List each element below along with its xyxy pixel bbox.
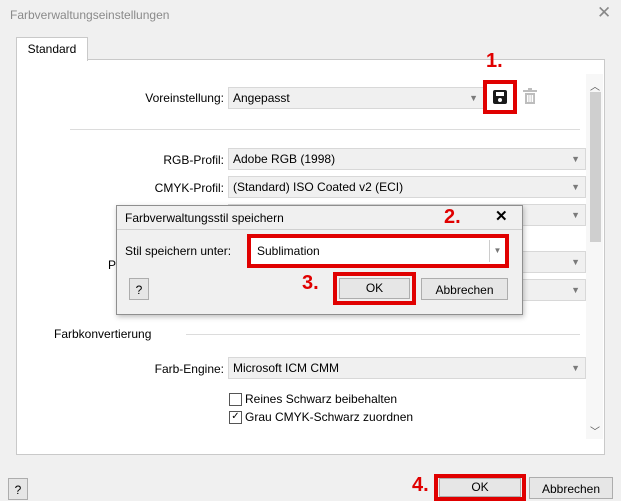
dialog-ok-button-highlight: OK xyxy=(333,272,416,305)
scroll-down-icon[interactable]: ﹀ xyxy=(590,423,600,438)
help-button[interactable]: ? xyxy=(8,478,28,500)
dialog-ok-button[interactable]: OK xyxy=(339,278,410,299)
divider xyxy=(70,129,580,130)
cancel-button[interactable]: Abbrechen xyxy=(529,477,613,499)
dialog-help-button[interactable]: ? xyxy=(129,278,149,300)
chevron-down-icon[interactable]: ▼ xyxy=(489,240,505,262)
dialog-cancel-button[interactable]: Abbrechen xyxy=(421,278,508,300)
chevron-down-icon: ▼ xyxy=(469,93,478,103)
window-title: Farbverwaltungseinstellungen xyxy=(10,8,170,22)
preset-value: Angepasst xyxy=(233,91,290,105)
preset-dropdown[interactable]: Angepasst ▼ xyxy=(228,87,484,109)
rgb-profile-dropdown[interactable]: Adobe RGB (1998) ▼ xyxy=(228,148,586,170)
style-name-value: Sublimation xyxy=(257,244,320,258)
save-style-dialog: Farbverwaltungsstil speichern ✕ Stil spe… xyxy=(116,205,523,315)
save-preset-icon xyxy=(493,90,507,104)
cmyk-profile-value: (Standard) ISO Coated v2 (ECI) xyxy=(233,180,404,194)
chevron-down-icon: ▼ xyxy=(571,285,580,295)
hidden-label-fragment: P xyxy=(108,258,117,272)
preserve-black-checkbox[interactable] xyxy=(229,393,242,406)
dialog-title: Farbverwaltungsstil speichern xyxy=(125,211,284,225)
step-3-marker: 3. xyxy=(302,272,319,294)
section-title-conversion: Farbkonvertierung xyxy=(54,327,152,341)
ok-button[interactable]: OK xyxy=(439,478,521,497)
dialog-divider xyxy=(117,229,522,230)
engine-dropdown[interactable]: Microsoft ICM CMM ▼ xyxy=(228,357,586,379)
step-1-marker: 1. xyxy=(486,50,503,72)
preserve-black-label: Reines Schwarz beibehalten xyxy=(245,392,398,406)
rgb-profile-label: RGB-Profil: xyxy=(163,153,224,167)
gray-to-cmyk-black-checkbox[interactable]: ✓ xyxy=(229,411,242,424)
style-name-input[interactable]: Sublimation ▼ xyxy=(247,234,509,268)
step-4-marker: 4. xyxy=(412,474,429,496)
save-preset-button[interactable] xyxy=(483,80,517,114)
trash-icon[interactable] xyxy=(523,88,537,104)
ok-button-highlight: OK xyxy=(434,474,526,501)
close-icon[interactable]: ✕ xyxy=(597,3,611,23)
engine-value: Microsoft ICM CMM xyxy=(233,361,339,375)
preset-label: Voreinstellung: xyxy=(145,91,224,105)
chevron-down-icon: ▼ xyxy=(571,210,580,220)
dialog-close-icon[interactable]: ✕ xyxy=(495,207,508,225)
tab-standard[interactable]: Standard xyxy=(16,37,88,61)
chevron-down-icon: ▼ xyxy=(571,363,580,373)
scroll-up-icon[interactable]: ︿ xyxy=(590,78,600,93)
cmyk-profile-dropdown[interactable]: (Standard) ISO Coated v2 (ECI) ▼ xyxy=(228,176,586,198)
divider xyxy=(186,334,580,335)
dialog-field-label: Stil speichern unter: xyxy=(125,244,232,258)
gray-to-cmyk-black-label: Grau CMYK-Schwarz zuordnen xyxy=(245,410,414,424)
engine-label: Farb-Engine: xyxy=(154,362,224,376)
scrollbar-thumb[interactable] xyxy=(590,92,601,242)
cmyk-profile-label: CMYK-Profil: xyxy=(154,181,224,195)
rgb-profile-value: Adobe RGB (1998) xyxy=(233,152,336,166)
chevron-down-icon: ▼ xyxy=(571,257,580,267)
chevron-down-icon: ▼ xyxy=(571,182,580,192)
chevron-down-icon: ▼ xyxy=(571,154,580,164)
step-2-marker: 2. xyxy=(444,206,461,228)
